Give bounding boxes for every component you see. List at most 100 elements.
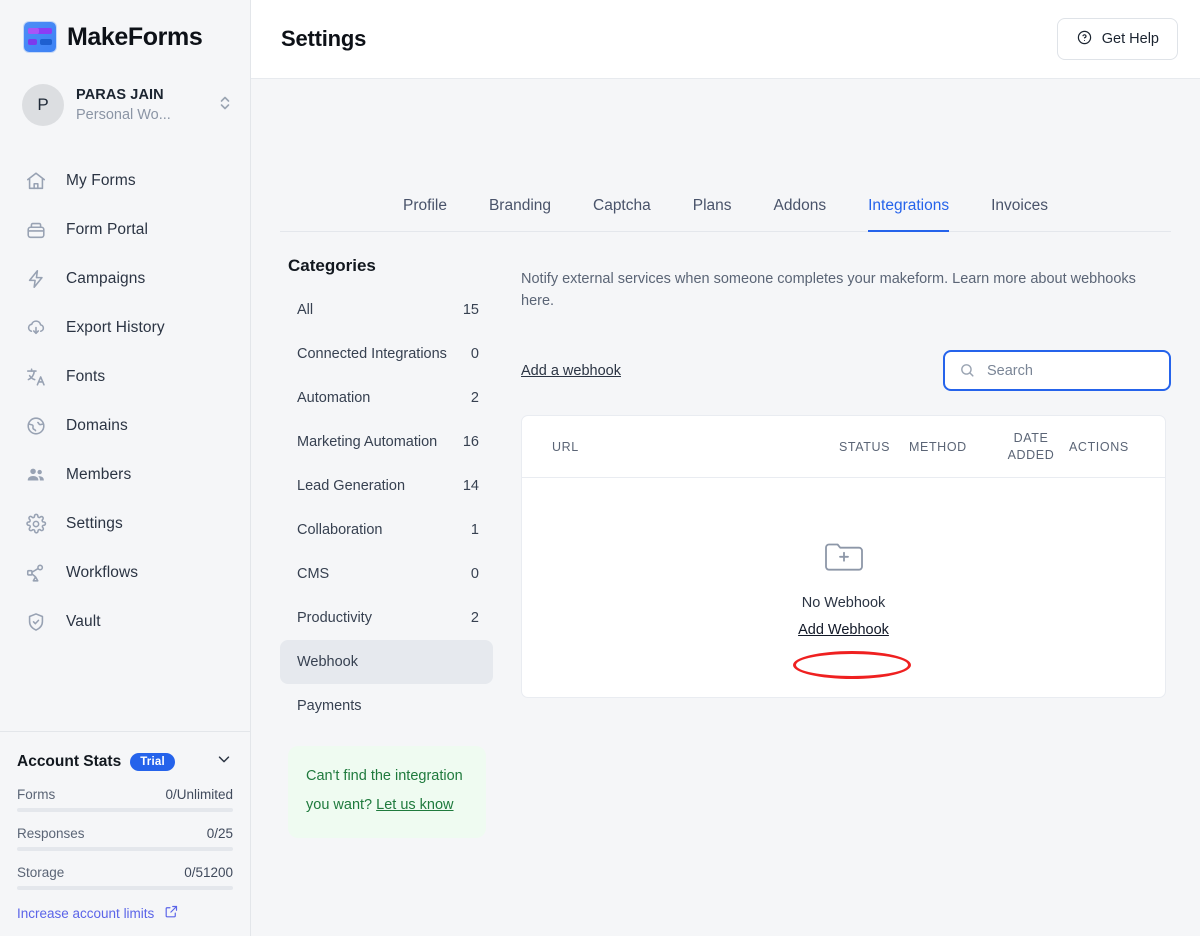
let-us-know-link[interactable]: Let us know: [376, 797, 453, 813]
sidebar-item-label: Form Portal: [66, 220, 149, 238]
sidebar-item-fonts[interactable]: Fonts: [0, 352, 250, 401]
gear-icon: [24, 512, 48, 536]
category-item-all[interactable]: All 15: [280, 288, 493, 332]
stat-label: Storage: [17, 865, 65, 880]
category-item-collaboration[interactable]: Collaboration 1: [280, 508, 493, 552]
column-header-status: STATUS: [839, 439, 891, 454]
sidebar-item-settings[interactable]: Settings: [0, 499, 250, 548]
sidebar-item-label: Domains: [66, 416, 128, 434]
tab-integrations[interactable]: Integrations: [847, 197, 970, 232]
category-label: Automation: [297, 390, 371, 406]
sidebar-item-label: Export History: [66, 318, 165, 336]
column-header-url: URL: [552, 439, 579, 454]
increase-account-limits-link[interactable]: Increase account limits: [17, 904, 233, 922]
tab-invoices[interactable]: Invoices: [970, 197, 1069, 231]
category-item-marketing-automation[interactable]: Marketing Automation 16: [280, 420, 493, 464]
sidebar-item-members[interactable]: Members: [0, 450, 250, 499]
category-label: Collaboration: [297, 522, 383, 538]
categories-column: Categories All 15 Connected Integrations…: [280, 232, 493, 936]
account-stats-header[interactable]: Account Stats Trial: [17, 750, 233, 773]
workspace-switcher[interactable]: P PARAS JAIN Personal Wo...: [0, 72, 250, 138]
tab-profile[interactable]: Profile: [382, 197, 468, 231]
tab-label: Profile: [403, 197, 447, 214]
tab-addons[interactable]: Addons: [753, 197, 848, 231]
tab-label: Branding: [488, 197, 551, 214]
category-label: Payments: [297, 698, 362, 714]
sidebar-item-label: Members: [66, 465, 132, 483]
account-stats-title: Account Stats: [17, 752, 122, 770]
topbar: Settings Get Help: [251, 0, 1200, 79]
stat-label: Responses: [17, 826, 85, 841]
tab-branding[interactable]: Branding: [468, 197, 572, 231]
table-empty-state: No Webhook Add Webhook: [522, 478, 1165, 697]
tab-label: Addons: [773, 197, 827, 214]
get-help-button[interactable]: Get Help: [1056, 18, 1178, 60]
sidebar-item-label: Settings: [66, 514, 123, 532]
sidebar-item-label: Workflows: [66, 563, 139, 581]
tab-label: Integrations: [868, 197, 950, 214]
add-a-webhook-link[interactable]: Add a webhook: [521, 363, 621, 379]
sidebar-item-export-history[interactable]: Export History: [0, 303, 250, 352]
category-count: 16: [462, 434, 479, 450]
chevron-down-icon[interactable]: [215, 750, 233, 773]
stat-responses: Responses 0/25: [17, 826, 233, 851]
category-item-productivity[interactable]: Productivity 2: [280, 596, 493, 640]
search-input[interactable]: [987, 362, 1155, 379]
home-icon: [24, 169, 48, 193]
webhooks-table: URL STATUS METHOD DATE ADDED ACTIONS No …: [521, 415, 1166, 698]
categories-title: Categories: [288, 256, 376, 275]
sidebar-item-form-portal[interactable]: Form Portal: [0, 205, 250, 254]
sidebar-nav: My Forms Form Portal Campaigns Export Hi…: [0, 138, 250, 731]
date-added-line1: DATE: [1013, 430, 1049, 445]
users-icon: [24, 463, 48, 487]
main-content: Settings Get Help Profile Branding Captc…: [251, 0, 1200, 936]
avatar: P: [22, 84, 64, 126]
workspace-text: PARAS JAIN Personal Wo...: [76, 86, 206, 125]
page-title: Settings: [281, 26, 367, 51]
tab-label: Captcha: [593, 197, 651, 214]
stat-storage: Storage 0/51200: [17, 865, 233, 890]
sidebar-item-workflows[interactable]: Workflows: [0, 548, 250, 597]
sidebar-item-my-forms[interactable]: My Forms: [0, 156, 250, 205]
sidebar-item-domains[interactable]: Domains: [0, 401, 250, 450]
increase-limits-label: Increase account limits: [17, 905, 155, 921]
category-count: 2: [470, 610, 479, 626]
category-label: Productivity: [297, 610, 372, 626]
category-label: All: [297, 302, 314, 318]
category-item-connected-integrations[interactable]: Connected Integrations 0: [280, 332, 493, 376]
tab-plans[interactable]: Plans: [672, 197, 753, 231]
date-added-line2: ADDED: [1007, 447, 1055, 462]
column-header-date-added: DATE ADDED: [993, 430, 1069, 464]
stat-progress-bar: [17, 847, 233, 851]
sidebar: MakeForms P PARAS JAIN Personal Wo... My…: [0, 0, 251, 936]
sidebar-item-campaigns[interactable]: Campaigns: [0, 254, 250, 303]
translate-icon: [24, 365, 48, 389]
webhook-panel: Notify external services when someone co…: [493, 232, 1171, 936]
globe-icon: [24, 414, 48, 438]
category-item-webhook[interactable]: Webhook: [280, 640, 493, 684]
question-circle-icon: [1076, 29, 1093, 50]
webhook-description: Notify external services when someone co…: [521, 271, 1136, 309]
brand-name: MakeForms: [67, 22, 203, 51]
category-item-cms[interactable]: CMS 0: [280, 552, 493, 596]
empty-state-title: No Webhook: [801, 594, 886, 611]
tab-captcha[interactable]: Captcha: [572, 197, 672, 231]
add-webhook-link[interactable]: Add Webhook: [794, 621, 893, 639]
cloud-download-icon: [24, 316, 48, 340]
category-item-lead-generation[interactable]: Lead Generation 14: [280, 464, 493, 508]
webhook-actions: Add a webhook: [521, 350, 1171, 391]
briefcase-icon: [24, 218, 48, 242]
chevron-updown-icon[interactable]: [218, 94, 232, 117]
category-label: Lead Generation: [297, 478, 406, 494]
stat-value: 0/51200: [184, 865, 233, 880]
category-item-automation[interactable]: Automation 2: [280, 376, 493, 420]
search-icon: [959, 362, 977, 379]
settings-tabs: Profile Branding Captcha Plans Addons In…: [280, 79, 1171, 232]
sidebar-item-vault[interactable]: Vault: [0, 597, 250, 646]
makeforms-logo-icon: [24, 22, 56, 52]
search-box[interactable]: [943, 350, 1171, 391]
brand-header[interactable]: MakeForms: [0, 0, 250, 72]
category-count: 0: [470, 566, 479, 582]
category-count: 14: [462, 478, 479, 494]
category-item-payments[interactable]: Payments: [280, 684, 493, 728]
